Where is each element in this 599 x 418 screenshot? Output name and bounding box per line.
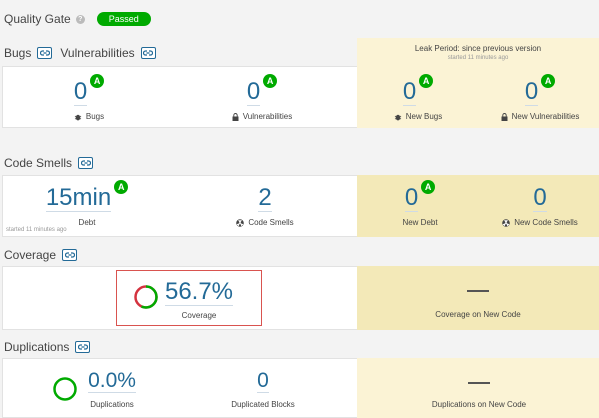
code-smells-link-button[interactable] xyxy=(78,157,94,169)
coverage-section-title: Coverage xyxy=(4,248,57,262)
duplications-new-code-dash xyxy=(468,382,490,384)
radiation-icon xyxy=(502,218,511,227)
duplications-metric[interactable]: 0.0% Duplications xyxy=(84,370,140,409)
bugs-rating-badge: A xyxy=(90,74,105,88)
vulnerabilities-label: Vulnerabilities xyxy=(242,112,293,121)
coverage-link-button[interactable] xyxy=(62,249,78,261)
coverage-section-header: Coverage xyxy=(4,248,78,262)
leak-period-started: started 11 minutes ago xyxy=(447,54,509,61)
vulnerabilities-section-title: Vulnerabilities xyxy=(60,46,135,60)
bugs-link-button[interactable] xyxy=(37,47,53,59)
new-vulnerabilities-metric[interactable]: 0 A New Vulnerabilities xyxy=(490,74,590,121)
duplications-new-code-metric[interactable]: — Duplications on New Code xyxy=(404,376,554,409)
vulnerabilities-rating-badge: A xyxy=(263,74,278,88)
new-code-smells-value[interactable]: 0 xyxy=(533,186,547,212)
coverage-new-code-label: Coverage on New Code xyxy=(435,310,521,319)
bug-icon xyxy=(74,113,82,121)
duplications-ring xyxy=(53,377,77,401)
link-icon xyxy=(64,252,75,258)
code-smells-section-header: Code Smells xyxy=(4,156,94,170)
debt-rating-badge: A xyxy=(114,180,129,194)
code-smells-label: Code Smells xyxy=(248,218,294,227)
leak-period-header: Leak Period: since previous version star… xyxy=(357,38,599,66)
vulnerabilities-metric[interactable]: 0 A Vulnerabilities xyxy=(212,74,312,121)
bugs-metric[interactable]: 0 A Bugs xyxy=(44,74,134,121)
new-debt-metric[interactable]: 0 A New Debt xyxy=(380,180,460,227)
duplicated-blocks-label: Duplicated Blocks xyxy=(231,400,295,409)
duplications-label: Duplications xyxy=(90,400,134,409)
quality-gate-label: Quality Gate xyxy=(4,12,71,26)
coverage-label: Coverage xyxy=(181,311,217,320)
quality-gate-header: Quality Gate ? Passed xyxy=(4,12,151,26)
new-bugs-label: New Bugs xyxy=(405,112,443,121)
new-vulnerabilities-value[interactable]: 0 xyxy=(524,80,539,106)
new-vulnerabilities-rating-badge: A xyxy=(541,74,556,88)
coverage-donut-chart[interactable] xyxy=(133,284,159,315)
debt-metric[interactable]: 15min A Debt xyxy=(42,180,132,227)
code-smells-section-title: Code Smells xyxy=(4,156,73,170)
new-vulnerabilities-label: New Vulnerabilities xyxy=(511,112,580,121)
debt-label: Debt xyxy=(78,218,96,227)
new-bugs-metric[interactable]: 0 A New Bugs xyxy=(378,74,458,121)
bugs-section-title: Bugs xyxy=(4,46,32,60)
coverage-new-code-metric[interactable]: — Coverage on New Code xyxy=(408,284,548,319)
code-smells-value[interactable]: 2 xyxy=(258,186,272,212)
new-code-smells-metric[interactable]: 0 New Code Smells xyxy=(490,186,590,227)
new-bugs-value[interactable]: 0 xyxy=(402,80,417,106)
link-icon xyxy=(143,50,154,56)
quality-gate-status-badge: Passed xyxy=(96,12,151,26)
duplications-new-code-label: Duplications on New Code xyxy=(431,400,527,409)
help-icon[interactable]: ? xyxy=(75,14,85,24)
lock-icon xyxy=(501,112,508,121)
leak-period-title: Leak Period: since previous version xyxy=(414,43,542,53)
debt-started-note: started 11 minutes ago xyxy=(6,227,67,233)
bugs-label: Bugs xyxy=(85,112,105,121)
bugs-section-header: Bugs Vulnerabilities xyxy=(4,46,156,60)
duplications-value[interactable]: 0.0% xyxy=(88,370,136,393)
new-debt-label: New Debt xyxy=(402,218,438,227)
duplicated-blocks-value[interactable]: 0 xyxy=(257,370,269,393)
radiation-icon xyxy=(236,218,245,227)
bugs-value[interactable]: 0 xyxy=(73,80,88,106)
debt-value[interactable]: 15min xyxy=(45,186,112,212)
duplications-section-title: Duplications xyxy=(4,340,70,354)
link-icon xyxy=(80,160,91,166)
new-bugs-rating-badge: A xyxy=(419,74,434,88)
bug-icon xyxy=(394,113,402,121)
link-icon xyxy=(39,50,50,56)
new-debt-rating-badge: A xyxy=(421,180,436,194)
duplications-section-header: Duplications xyxy=(4,340,91,354)
vulnerabilities-link-button[interactable] xyxy=(140,47,156,59)
code-smells-metric[interactable]: 2 Code Smells xyxy=(215,186,315,227)
coverage-metric[interactable]: 56.7% Coverage xyxy=(164,280,234,320)
new-code-smells-label: New Code Smells xyxy=(514,218,578,227)
lock-icon xyxy=(232,112,239,121)
new-debt-value[interactable]: 0 xyxy=(404,186,419,212)
vulnerabilities-value[interactable]: 0 xyxy=(246,80,261,106)
duplications-link-button[interactable] xyxy=(75,341,91,353)
coverage-value[interactable]: 56.7% xyxy=(164,280,234,306)
duplicated-blocks-metric[interactable]: 0 Duplicated Blocks xyxy=(218,370,308,409)
link-icon xyxy=(77,344,88,350)
duplications-donut-chart[interactable] xyxy=(52,376,78,407)
coverage-new-code-dash xyxy=(467,290,489,292)
